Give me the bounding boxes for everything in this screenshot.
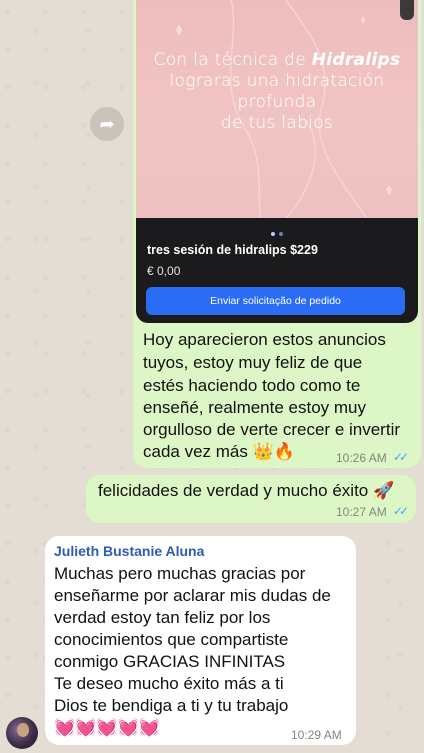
message-line: verdad estoy tan feliz por los xyxy=(54,608,271,627)
message-timestamp: 10:29 AM xyxy=(291,728,342,742)
message-line: enseñé, realmente estoy muy xyxy=(143,398,367,417)
message-line: 💓💓💓💓💓 xyxy=(54,718,160,737)
forward-arrow-icon: ➦ xyxy=(99,114,115,134)
promo-text: Con la técnica de Hidralips lograras una… xyxy=(136,50,418,134)
forward-button[interactable]: ➦ xyxy=(90,107,124,141)
promo-line3: de tus labios xyxy=(220,113,334,133)
double-check-icon: ✓✓ xyxy=(393,450,409,464)
message-line: Dios te bendiga a ti y tu trabajo xyxy=(54,696,289,715)
product-price: € 0,00 xyxy=(147,264,181,278)
product-image: Con la técnica de Hidralips lograras una… xyxy=(136,0,418,218)
message-timestamp: 10:26 AM xyxy=(336,451,387,465)
message-line: conocimientos que compartiste xyxy=(54,630,289,649)
message-line: conmigo GRACIAS INFINITAS xyxy=(54,652,286,671)
card-corner-tab xyxy=(400,0,414,20)
message-line: estés haciendo todo como te xyxy=(143,376,361,395)
message-line: Te deseo mucho éxito más a ti xyxy=(54,674,284,693)
avatar[interactable] xyxy=(6,717,38,749)
carousel-dot[interactable] xyxy=(271,232,275,236)
promo-line2: lograras una hidratación profunda xyxy=(169,71,385,112)
promo-line1: Con la técnica de xyxy=(153,50,312,70)
product-title: tres sesión de hidralips $229 xyxy=(147,243,318,257)
message-line: cada vez más 👑🔥 xyxy=(143,442,295,461)
message-line: orgulloso de verte crecer e invertir xyxy=(143,420,401,439)
message-timestamp: 10:27 AM xyxy=(336,505,387,519)
double-check-icon: ✓✓ xyxy=(393,504,409,518)
message-line: Hoy aparecieron estos anuncios xyxy=(143,330,386,349)
carousel-dot[interactable] xyxy=(279,232,283,236)
message-line: tuyos, estoy muy feliz de que xyxy=(143,353,363,372)
message-line: Muchas pero muchas gracias por xyxy=(54,564,306,583)
message-line: enseñarme por aclarar mis dudas de xyxy=(54,586,331,605)
message-line: felicidades de verdad y mucho éxito 🚀 xyxy=(98,481,395,500)
sender-name[interactable]: Julieth Bustanie Aluna xyxy=(54,543,204,559)
promo-brand: Hidralips xyxy=(311,50,401,70)
avatar-face xyxy=(17,723,29,737)
carousel-dots[interactable] xyxy=(136,223,418,241)
product-card[interactable]: Con la técnica de Hidralips lograras una… xyxy=(136,0,418,323)
send-order-request-button[interactable]: Enviar solicitação de pedido xyxy=(146,287,405,315)
